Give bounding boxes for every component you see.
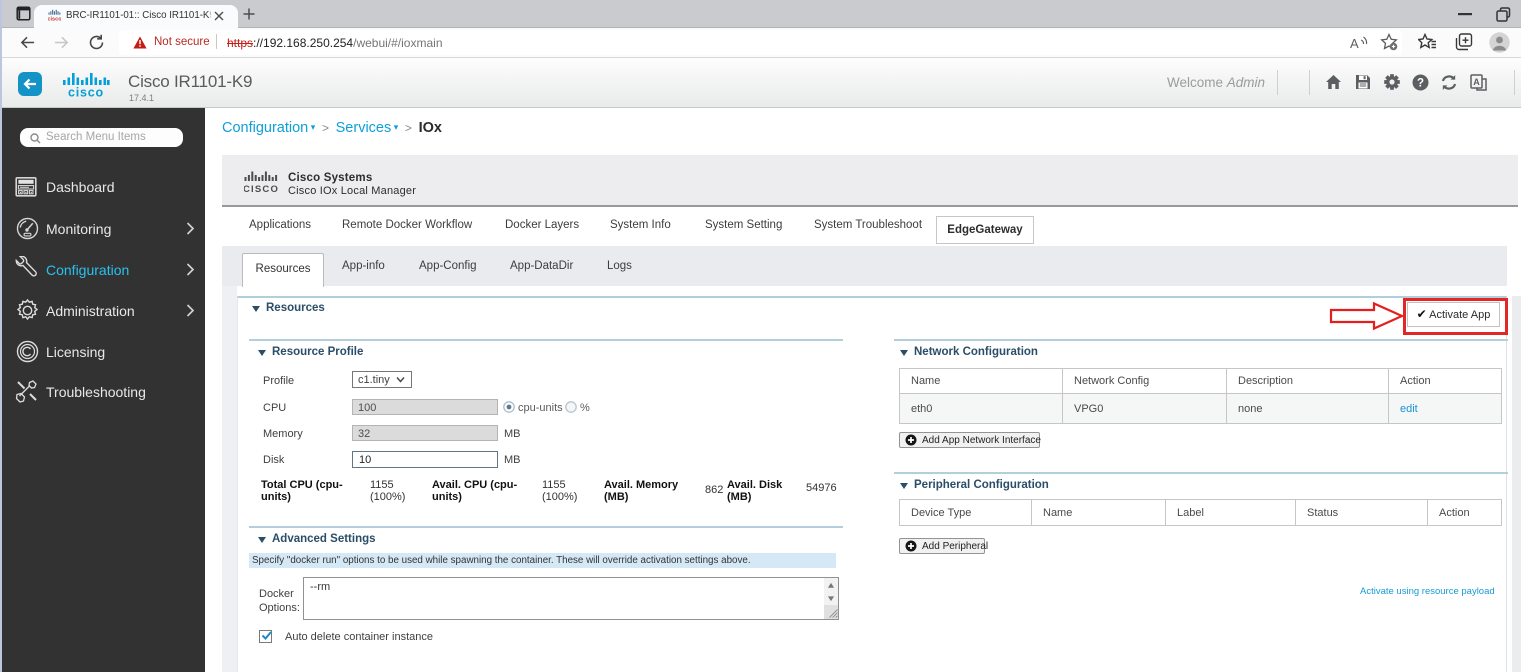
svg-text:cisco: cisco	[68, 86, 104, 98]
svg-text:A: A	[1473, 77, 1480, 87]
svg-text:A: A	[1350, 36, 1359, 51]
svg-text:cisco: cisco	[48, 16, 61, 22]
svg-text:CISCO: CISCO	[244, 184, 279, 194]
svg-text:?: ?	[1417, 78, 1424, 90]
